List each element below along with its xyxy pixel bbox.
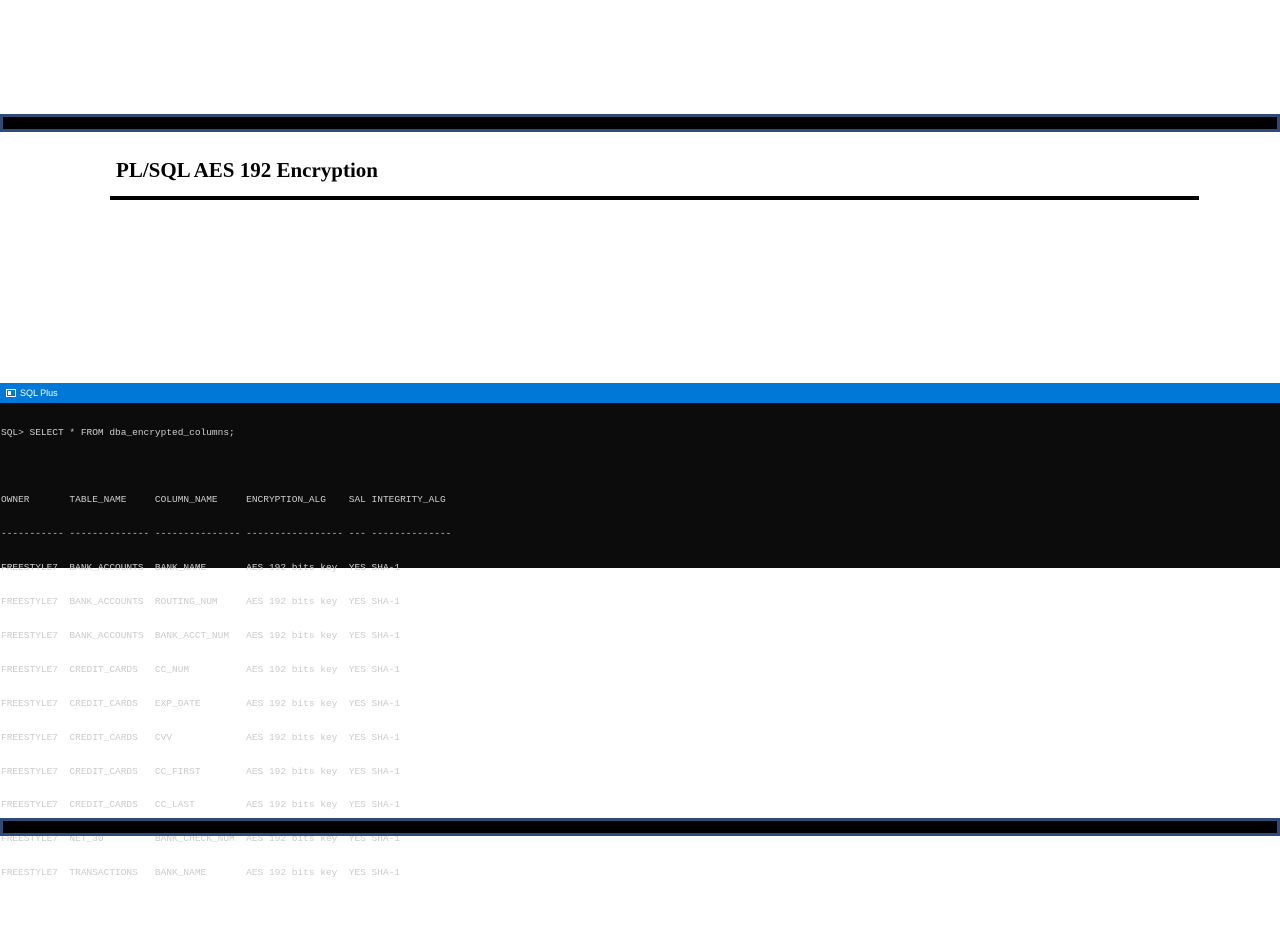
command-line: SQL> SELECT * FROM dba_encrypted_columns…	[1, 426, 235, 438]
top-decorative-bar	[0, 114, 1280, 132]
sqlplus-console-window[interactable]: SQL Plus SQL> SELECT * FROM dba_encrypte…	[0, 383, 1280, 878]
console-window-title: SQL Plus	[20, 388, 58, 398]
result-row: FREESTYLE7 CREDIT_CARDS CC_NUM AES 192 b…	[1, 663, 401, 675]
console-window-icon	[6, 389, 16, 397]
slide-title: PL/SQL AES 192 Encryption	[116, 158, 378, 182]
result-row: FREESTYLE7 BANK_ACCOUNTS BANK_NAME AES 1…	[1, 562, 401, 574]
result-separator: ----------- -------------- -------------…	[1, 528, 452, 540]
result-row: FREESTYLE7 BANK_ACCOUNTS BANK_ACCT_NUM A…	[1, 629, 401, 641]
result-row: FREESTYLE7 CREDIT_CARDS CVV AES 192 bits…	[1, 731, 401, 743]
title-underline	[110, 196, 1199, 200]
console-titlebar[interactable]: SQL Plus	[0, 383, 1280, 403]
result-row: FREESTYLE7 CREDIT_CARDS CC_FIRST AES 192…	[1, 765, 401, 777]
bottom-decorative-bar	[0, 818, 1280, 836]
result-row: FREESTYLE7 TRANSACTIONS BANK_NAME AES 19…	[1, 867, 401, 879]
result-header: OWNER TABLE_NAME COLUMN_NAME ENCRYPTION_…	[1, 494, 446, 506]
result-row: FREESTYLE7 CREDIT_CARDS CC_LAST AES 192 …	[1, 799, 401, 811]
result-row: FREESTYLE7 BANK_ACCOUNTS ROUTING_NUM AES…	[1, 596, 401, 608]
result-row: FREESTYLE7 CREDIT_CARDS EXP_DATE AES 192…	[1, 697, 401, 709]
